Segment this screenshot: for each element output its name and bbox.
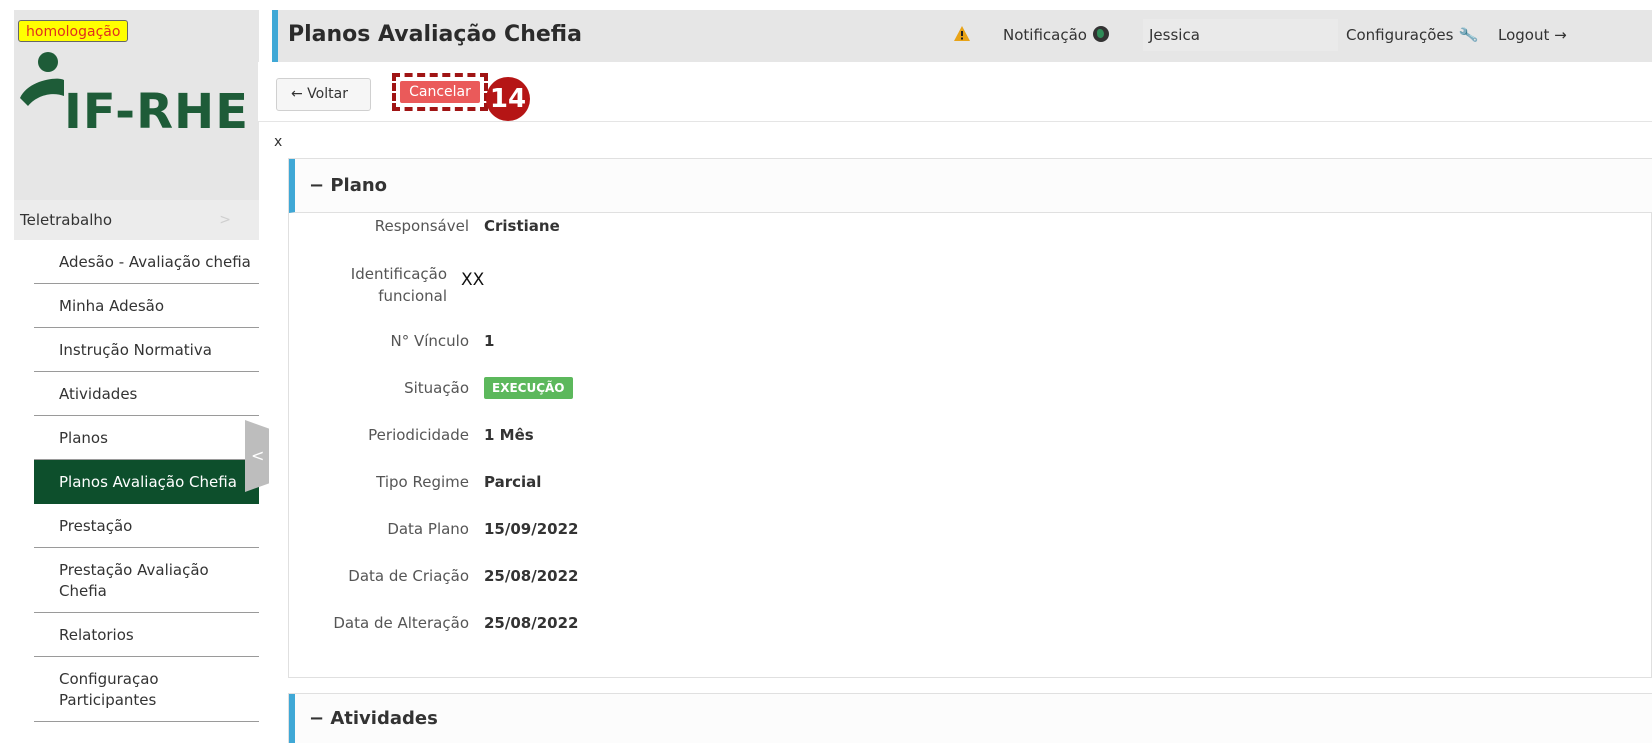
sidebar-brand-area: homologação IF-RHE — [14, 10, 259, 200]
sidebar-section-teletrabalho[interactable]: Teletrabalho > — [14, 200, 259, 240]
notification-link[interactable]: Notificação — [1003, 26, 1109, 44]
sidebar-item-relatorios[interactable]: Relatorios — [34, 613, 259, 657]
field-value-data-alteracao: 25/08/2022 — [484, 614, 579, 632]
sidebar-item-configuracao-participantes[interactable]: Configuraçao Participantes — [34, 657, 259, 722]
atividades-panel: − Atividades — [288, 693, 1652, 743]
sidebar-item-adesao-avaliacao-chefia[interactable]: Adesão - Avaliação chefia — [34, 240, 259, 284]
warning-icon[interactable] — [953, 25, 971, 43]
sidebar-item-planos-avaliacao-chefia[interactable]: Planos Avaliação Chefia — [34, 460, 259, 504]
plano-panel-title: − Plano — [309, 175, 388, 196]
field-value-data-criacao: 25/08/2022 — [484, 567, 579, 585]
cancel-highlight-frame: Cancelar — [392, 73, 488, 111]
environment-badge: homologação — [18, 20, 129, 42]
sidebar-item-prestacao[interactable]: Prestação — [34, 504, 259, 548]
atividades-panel-header[interactable]: − Atividades — [289, 694, 1652, 743]
page-title: Planos Avaliação Chefia — [288, 22, 582, 47]
notification-label: Notificação — [1003, 26, 1087, 44]
logo: IF-RHE — [14, 50, 259, 140]
sidebar-item-planos[interactable]: Planos — [34, 416, 259, 460]
sidebar-item-instrucao-normativa[interactable]: Instrução Normativa — [34, 328, 259, 372]
settings-label: Configurações — [1346, 26, 1454, 44]
globe-icon — [1092, 26, 1109, 42]
back-button[interactable]: ← Voltar — [276, 78, 371, 111]
field-label-vinculo: N° Vínculo — [390, 332, 469, 350]
field-label-data-plano: Data Plano — [387, 520, 469, 538]
settings-link[interactable]: Configurações 🔧 — [1346, 24, 1480, 46]
field-value-situacao: EXECUÇÃO — [484, 376, 573, 399]
step-number-badge: 14 — [486, 77, 530, 121]
chevron-right-icon: > — [219, 212, 231, 228]
status-badge: EXECUÇÃO — [484, 377, 573, 399]
cancel-button[interactable]: Cancelar — [400, 81, 480, 103]
field-label-data-alteracao: Data de Alteração — [333, 614, 469, 632]
sidebar: homologação IF-RHE Teletrabalho > Adesão… — [14, 10, 259, 743]
action-toolbar: ← Voltar Cancelar 14 — [258, 62, 1652, 122]
field-label-data-criacao: Data de Criação — [348, 567, 469, 585]
field-value-identificacao: XX — [461, 270, 485, 290]
sidebar-section-label: Teletrabalho — [20, 211, 113, 229]
atividades-panel-title: − Atividades — [309, 708, 438, 729]
logo-person-icon — [20, 52, 64, 106]
sidebar-collapse-button[interactable]: < — [245, 420, 269, 492]
user-name[interactable]: Jessica — [1143, 19, 1338, 51]
plano-panel-header[interactable]: − Plano — [289, 159, 1652, 213]
plano-panel: − Plano Responsável Cristiane Identifica… — [288, 158, 1652, 678]
sidebar-item-minha-adesao[interactable]: Minha Adesão — [34, 284, 259, 328]
sidebar-item-prestacao-avaliacao-chefia[interactable]: Prestação Avaliação Chefia — [34, 548, 259, 613]
field-value-tipo-regime: Parcial — [484, 473, 542, 491]
field-label-periodicidade: Periodicidade — [368, 426, 469, 444]
top-header: Planos Avaliação Chefia Notificação Jess… — [272, 10, 1652, 62]
field-label-responsavel: Responsável — [374, 217, 469, 235]
sidebar-menu: Adesão - Avaliação chefia Minha Adesão I… — [34, 240, 259, 722]
stray-text: x — [274, 134, 283, 150]
field-label-identificacao: Identificação funcional — [350, 265, 447, 305]
field-label-situacao: Situação — [404, 379, 469, 397]
wrench-icon: 🔧 — [1458, 24, 1480, 46]
field-value-periodicidade: 1 Mês — [484, 426, 534, 444]
sidebar-item-atividades[interactable]: Atividades — [34, 372, 259, 416]
logo-text: IF-RHE — [64, 84, 250, 140]
field-label-tipo-regime: Tipo Regime — [376, 473, 469, 491]
chevron-left-icon: < — [251, 446, 265, 465]
logout-link[interactable]: Logout → — [1498, 26, 1567, 44]
field-value-vinculo: 1 — [484, 332, 495, 350]
field-value-data-plano: 15/09/2022 — [484, 520, 579, 538]
field-value-responsavel: Cristiane — [484, 217, 560, 235]
